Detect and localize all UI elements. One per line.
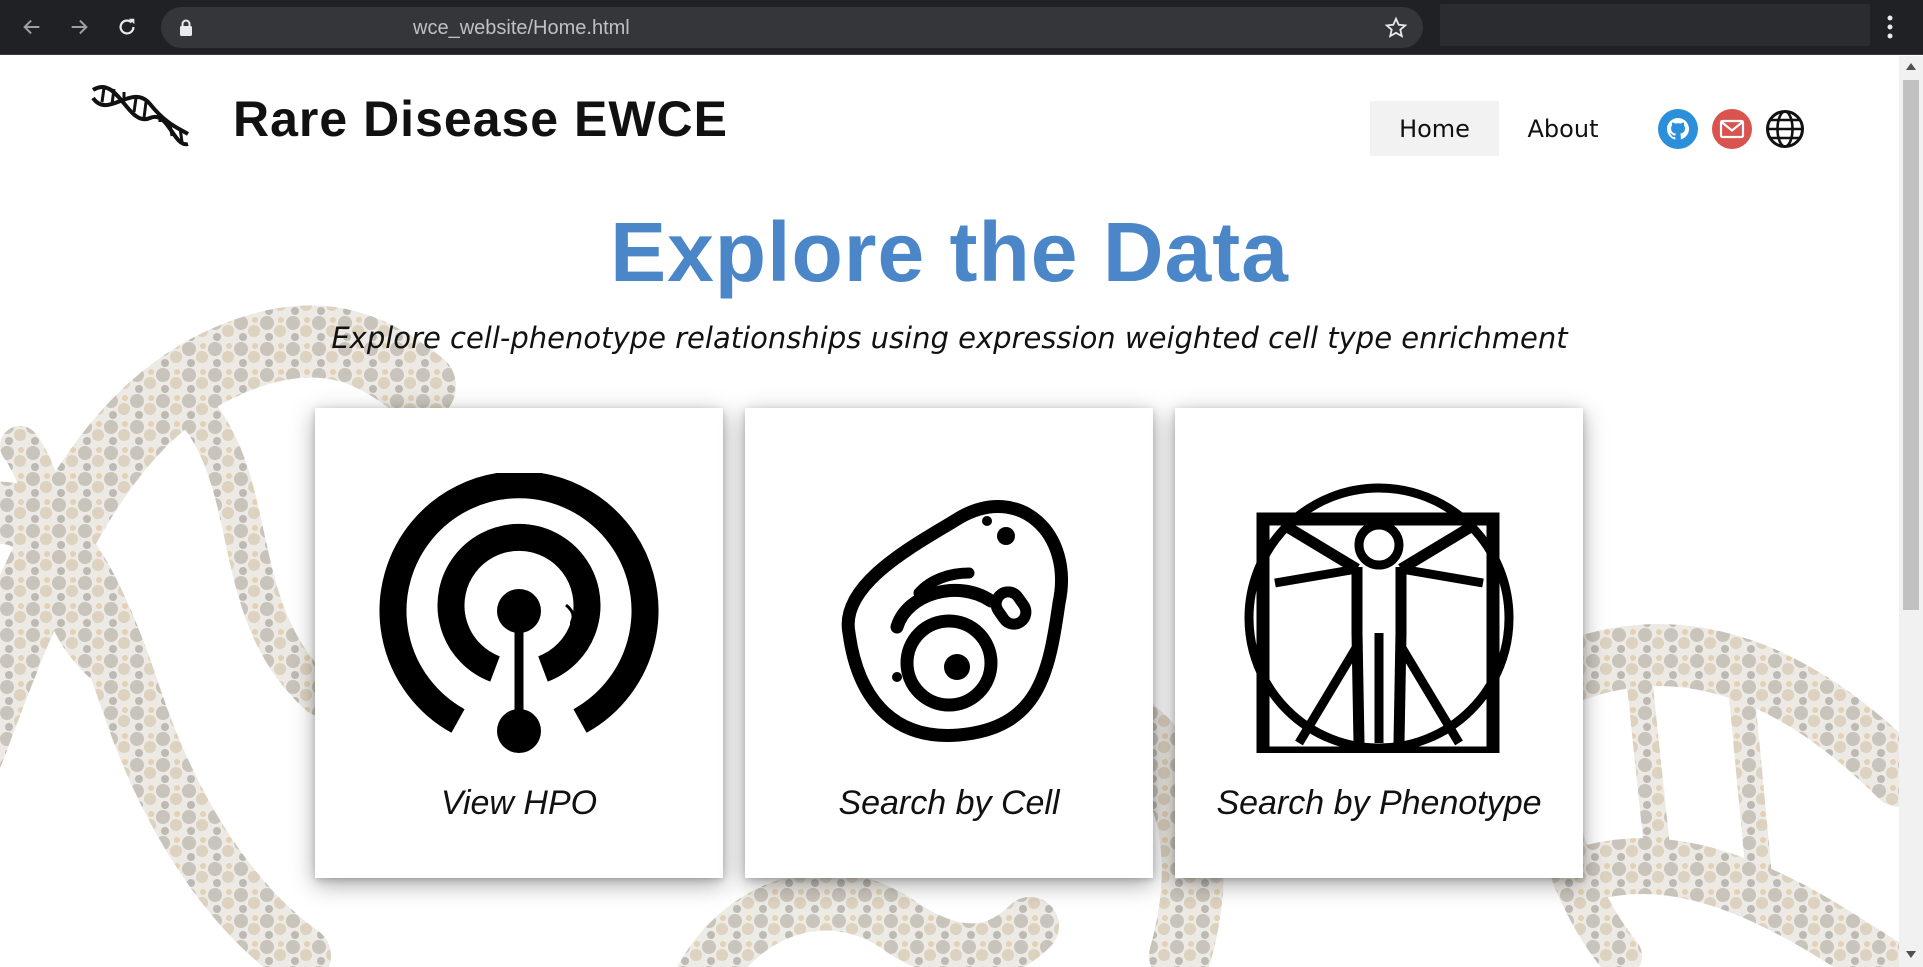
view-hpo-card[interactable]: View HPO xyxy=(315,408,723,878)
address-bar[interactable]: wce_website/Home.html xyxy=(161,7,1423,48)
back-arrow-icon[interactable] xyxy=(15,10,49,44)
globe-icon[interactable] xyxy=(1765,109,1805,149)
web-page: Rare Disease EWCE Home About Explore the… xyxy=(0,56,1899,967)
vitruvian-man-icon xyxy=(1244,483,1514,753)
page-scrollbar[interactable] xyxy=(1899,56,1923,967)
scrollbar-thumb[interactable] xyxy=(1903,80,1919,610)
card-label[interactable]: Search by Cell xyxy=(745,784,1153,823)
bookmark-star-icon[interactable] xyxy=(1384,16,1408,40)
dna-logo-icon[interactable] xyxy=(88,78,192,154)
email-icon[interactable] xyxy=(1712,109,1752,149)
site-title[interactable]: Rare Disease EWCE xyxy=(233,90,728,148)
lock-icon xyxy=(180,19,192,36)
hero-title: Explore the Data xyxy=(610,205,1289,299)
github-icon[interactable] xyxy=(1658,109,1698,149)
url-text[interactable]: wce_website/Home.html xyxy=(413,17,630,40)
menu-dots-icon[interactable] xyxy=(1878,12,1902,42)
card-label[interactable]: View HPO xyxy=(315,784,723,823)
scroll-down-icon[interactable] xyxy=(1905,949,1917,959)
extensions-area xyxy=(1440,4,1870,46)
cell-icon xyxy=(841,500,1068,742)
hero-subtitle: Explore cell-phenotype relationships usi… xyxy=(331,321,1568,355)
scroll-up-icon[interactable] xyxy=(1905,62,1917,72)
nav-home-link[interactable]: Home xyxy=(1370,101,1499,156)
forward-arrow-icon[interactable] xyxy=(62,10,96,44)
search-by-phenotype-card[interactable]: Search by Phenotype xyxy=(1175,408,1583,878)
search-by-cell-card[interactable]: Search by Cell xyxy=(745,408,1153,878)
card-label[interactable]: Search by Phenotype xyxy=(1175,784,1583,823)
nav-about-link[interactable]: About xyxy=(1511,101,1615,156)
browser-toolbar: wce_website/Home.html xyxy=(0,0,1923,55)
hpo-logo-icon xyxy=(379,473,659,753)
reload-icon[interactable] xyxy=(110,10,144,44)
